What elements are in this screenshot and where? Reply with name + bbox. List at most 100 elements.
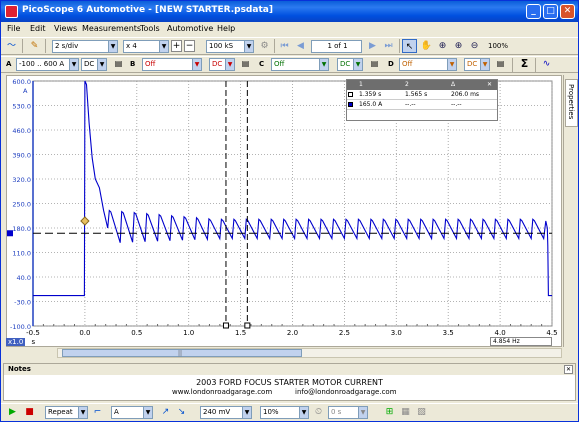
next-page-icon[interactable]: ▶ xyxy=(365,39,380,53)
start-capture-icon[interactable]: ▶ xyxy=(5,405,20,419)
edit-measurement-icon[interactable]: ▦ xyxy=(398,405,413,419)
time-ruler-handle[interactable] xyxy=(244,322,251,329)
x-tick-label: 0.5 xyxy=(131,329,142,337)
channel-a-options-icon[interactable]: ▤ xyxy=(111,57,126,71)
channel-d-range-select[interactable]: Off ▼ xyxy=(399,58,457,71)
menu-help[interactable]: Help xyxy=(217,24,235,33)
channel-d-coupling-select[interactable]: DC ▼ xyxy=(464,58,490,71)
timebase-select[interactable]: 2 s/div ▼ xyxy=(52,40,118,53)
chevron-down-icon: ▼ xyxy=(78,407,87,418)
chevron-down-icon: ▼ xyxy=(242,407,251,418)
zoom-region-icon[interactable]: ⊕ xyxy=(435,39,450,53)
samples-select[interactable]: 100 kS ▼ xyxy=(206,40,254,53)
trigger-threshold-input[interactable]: 240 mV ▼ xyxy=(200,406,252,419)
chevron-down-icon: ▼ xyxy=(143,407,152,418)
y-tick-label: 460.0 xyxy=(12,127,31,135)
x-tick-label: 4.5 xyxy=(546,329,557,337)
chevron-down-icon: ▼ xyxy=(159,41,168,52)
trigger-channel-select[interactable]: A ▼ xyxy=(111,406,153,419)
scroll-thumb[interactable]: || xyxy=(62,349,302,357)
x-tick-label: 4.0 xyxy=(495,329,506,337)
menu-bar: File Edit Views Measurements Tools Autom… xyxy=(1,22,578,36)
probe-wand-icon[interactable]: ✎ xyxy=(27,39,42,53)
add-measurement-icon[interactable]: ⊞ xyxy=(382,405,397,419)
channel-a-range-select[interactable]: -100 .. 600 A ▼ xyxy=(16,58,79,71)
menu-views[interactable]: Views xyxy=(54,24,77,33)
y-tick-label: 320.0 xyxy=(12,176,31,184)
zoom-in-icon[interactable]: ⊕ xyxy=(451,39,466,53)
time-ruler-swatch xyxy=(348,92,353,97)
ruler-row-time: 1.359 s 1.565 s 206.0 ms xyxy=(347,90,497,100)
properties-panel-tab[interactable]: Properties xyxy=(563,75,578,347)
math-channels-sigma-icon[interactable]: Σ xyxy=(517,57,532,71)
channel-d-options-icon[interactable]: ▤ xyxy=(493,57,508,71)
chevron-down-icon: ▼ xyxy=(353,59,362,70)
hand-tool-icon[interactable]: ✋ xyxy=(419,39,434,53)
minimize-button[interactable]: _ xyxy=(526,4,541,19)
menu-tools[interactable]: Tools xyxy=(140,24,160,33)
ruler-col-1: 1 xyxy=(359,81,363,88)
signal-ruler-handle[interactable] xyxy=(7,230,13,237)
zoom-out-icon[interactable]: ⊖ xyxy=(467,39,482,53)
channel-b-coupling-select[interactable]: DC ▼ xyxy=(209,58,235,71)
close-icon[interactable]: ✕ xyxy=(487,81,492,88)
y-tick-label: -30.0 xyxy=(14,299,31,307)
x-tick-label: 1.0 xyxy=(183,329,194,337)
time-ruler-handle[interactable] xyxy=(222,322,229,329)
x-axis-unit: s xyxy=(31,338,36,346)
first-page-icon[interactable]: ⏮ xyxy=(277,39,292,53)
delay-icon[interactable]: ⏲ xyxy=(311,405,326,419)
menu-automotive[interactable]: Automotive xyxy=(167,24,213,33)
trigger-type-icon[interactable]: ⌐ xyxy=(90,405,105,419)
menu-file[interactable]: File xyxy=(7,24,20,33)
y-tick-label: 600.0 xyxy=(12,78,31,86)
stop-capture-icon[interactable]: ■ xyxy=(22,405,37,419)
last-page-icon[interactable]: ⏭ xyxy=(381,39,396,53)
channel-a-label: A xyxy=(6,60,12,68)
menu-edit[interactable]: Edit xyxy=(30,24,46,33)
settings-icon[interactable]: ⚙ xyxy=(257,39,272,53)
trigger-mode-select[interactable]: Repeat ▼ xyxy=(45,406,88,419)
channel-b-label: B xyxy=(130,60,136,68)
x-tick-label: 1.5 xyxy=(235,329,246,337)
zoom-factor-select[interactable]: x 4 ▼ xyxy=(123,40,169,53)
pointer-tool-icon[interactable]: ↖ xyxy=(402,39,417,53)
channel-c-range-select[interactable]: Off ▼ xyxy=(271,58,329,71)
maximize-button[interactable]: □ xyxy=(543,4,558,19)
trigger-delay-input[interactable]: 0 s ▼ xyxy=(328,406,368,419)
properties-tab[interactable]: Properties xyxy=(565,79,578,127)
notes-email: info@londonroadgarage.com xyxy=(295,388,397,396)
channel-c-options-icon[interactable]: ▤ xyxy=(367,57,382,71)
y-tick-label: 250.0 xyxy=(12,201,31,209)
increase-icon[interactable]: + xyxy=(171,40,182,52)
horizontal-scrollbar[interactable]: || xyxy=(57,348,562,358)
channel-a-coupling-select[interactable]: DC ▼ xyxy=(81,58,107,71)
close-button[interactable]: ✕ xyxy=(560,4,575,19)
y-axis-unit: A xyxy=(23,87,28,95)
ruler-legend[interactable]: 1 2 Δ ✕ 1.359 s 1.565 s 206.0 ms 165.0 A… xyxy=(346,79,498,121)
close-icon[interactable]: ✕ xyxy=(564,365,573,374)
y-tick-label: 40.0 xyxy=(17,274,31,282)
chevron-down-icon: ▼ xyxy=(244,41,253,52)
rising-edge-icon[interactable]: ↗ xyxy=(158,405,173,419)
falling-edge-icon[interactable]: ↘ xyxy=(174,405,189,419)
channel-b-range-select[interactable]: Off ▼ xyxy=(142,58,202,71)
zoom-percent[interactable]: 100% xyxy=(488,40,508,53)
reference-waveform-icon[interactable]: ∿ xyxy=(539,57,554,71)
zoom-readout[interactable]: x1.0 xyxy=(6,338,26,346)
channel-b-options-icon[interactable]: ▤ xyxy=(238,57,253,71)
x-tick-label: 3.5 xyxy=(443,329,454,337)
delete-measurement-icon[interactable]: ▧ xyxy=(414,405,429,419)
decrease-icon[interactable]: − xyxy=(184,40,195,52)
scope-mode-icon[interactable]: 〜 xyxy=(4,39,19,53)
pretrigger-input[interactable]: 10% ▼ xyxy=(260,406,309,419)
previous-page-icon[interactable]: ◀ xyxy=(293,39,308,53)
chevron-down-icon: ▼ xyxy=(69,59,78,70)
window-title: PicoScope 6 Automotive - [NEW STARTER.ps… xyxy=(22,5,273,15)
chevron-down-icon: ▼ xyxy=(192,59,201,70)
y-tick-label: 180.0 xyxy=(12,225,31,233)
menu-measurements[interactable]: Measurements xyxy=(82,24,141,33)
channel-c-coupling-select[interactable]: DC ▼ xyxy=(337,58,363,71)
chevron-down-icon: ▼ xyxy=(299,407,308,418)
ruler-row-current: 165.0 A --.-- --.-- xyxy=(347,100,497,110)
